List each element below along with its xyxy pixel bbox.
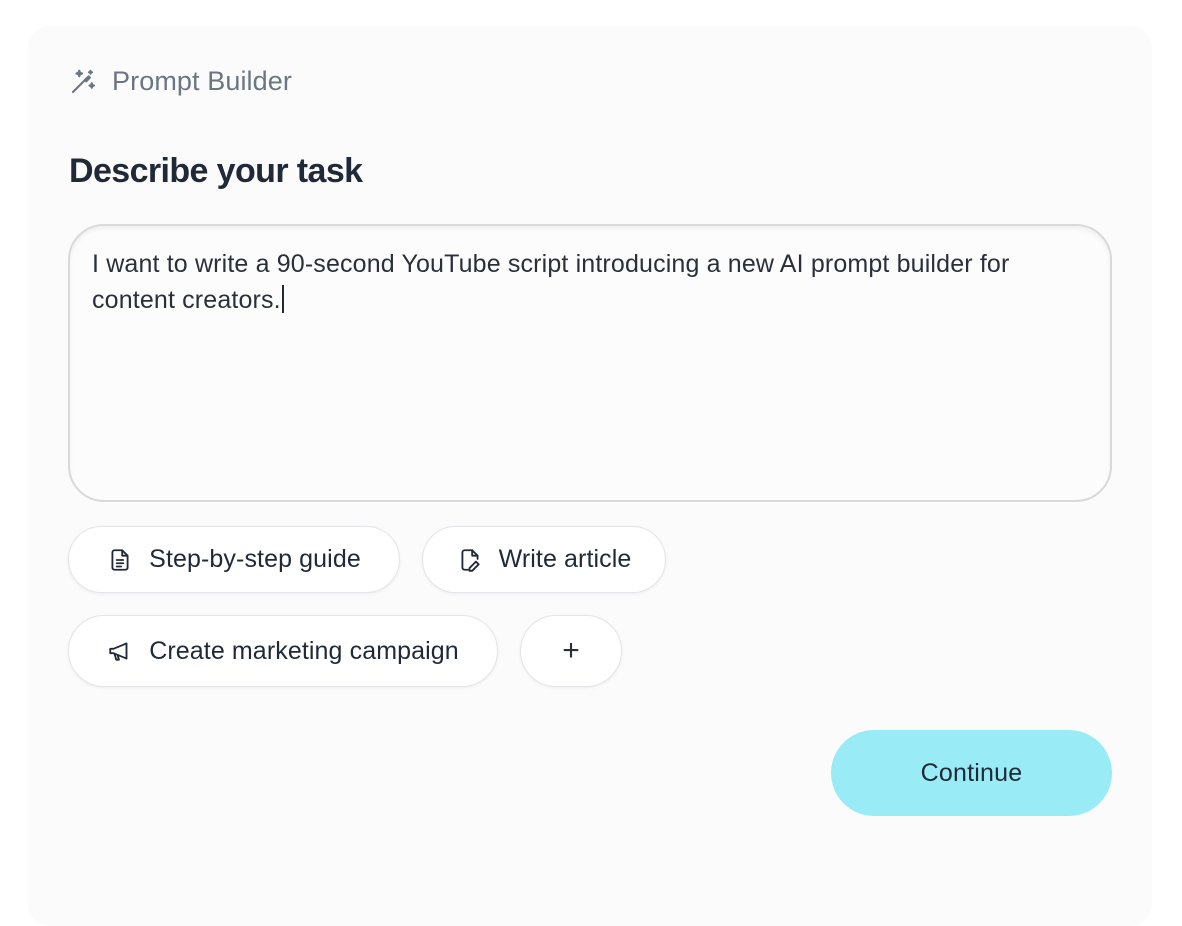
continue-button[interactable]: Continue: [831, 730, 1112, 816]
suggestion-label: Write article: [498, 545, 632, 573]
document-list-icon: [111, 548, 129, 571]
plus-icon: +: [562, 634, 580, 667]
megaphone-icon: [109, 642, 128, 661]
magic-wand-icon: [71, 69, 96, 93]
app-header: Prompt Builder: [68, 66, 292, 97]
task-description-input[interactable]: I want to write a 90-second YouTube scri…: [68, 224, 1112, 502]
task-description-text: I want to write a 90-second YouTube scri…: [92, 250, 1017, 314]
text-caret: [281, 285, 284, 313]
suggestion-chip-create-marketing-campaign[interactable]: Create marketing campaign: [68, 615, 498, 687]
app-title: Prompt Builder: [112, 66, 292, 96]
suggestion-label: Step-by-step guide: [149, 545, 361, 573]
file-edit-icon: [461, 548, 480, 572]
page-heading: Describe your task: [69, 152, 363, 190]
suggestion-chip-write-article[interactable]: Write article: [422, 526, 666, 593]
add-suggestion-button[interactable]: +: [520, 615, 622, 687]
suggestion-label: Create marketing campaign: [149, 636, 459, 665]
suggestion-chip-step-by-step-guide[interactable]: Step-by-step guide: [68, 526, 400, 593]
